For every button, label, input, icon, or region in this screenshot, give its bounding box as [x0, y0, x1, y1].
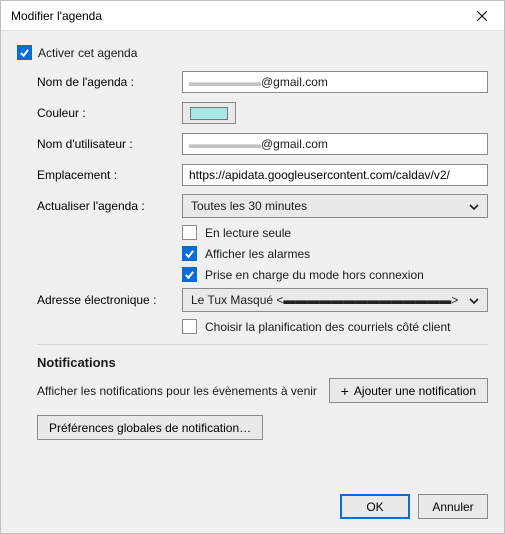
chevron-down-icon — [469, 295, 479, 305]
close-button[interactable] — [462, 2, 502, 30]
client-scheduling-checkbox[interactable] — [182, 319, 197, 334]
calendar-name-suffix: @gmail.com — [261, 75, 328, 89]
masked-text: ▬▬▬▬▬▬ — [189, 75, 261, 89]
username-input[interactable]: ▬▬▬▬▬▬ @gmail.com — [182, 133, 488, 155]
username-suffix: @gmail.com — [261, 137, 328, 151]
username-label: Nom d'utilisateur : — [37, 137, 182, 151]
masked-text: ▬▬▬▬▬▬ — [189, 137, 261, 151]
close-icon — [477, 11, 487, 21]
global-notification-prefs-label: Préférences globales de notification… — [49, 421, 251, 435]
check-icon — [19, 47, 30, 58]
offline-checkbox[interactable] — [182, 267, 197, 282]
email-select[interactable]: Le Tux Masqué <▬▬▬▬▬▬▬▬▬▬▬▬▬▬> — [182, 288, 488, 312]
alarms-label: Afficher les alarmes — [205, 247, 310, 261]
location-label: Emplacement : — [37, 168, 182, 182]
notifications-heading: Notifications — [37, 355, 488, 370]
color-swatch — [190, 107, 228, 120]
add-notification-label: Ajouter une notification — [354, 384, 476, 398]
alarms-checkbox[interactable] — [182, 246, 197, 261]
ok-button[interactable]: OK — [340, 494, 410, 519]
activate-row: Activer cet agenda — [17, 45, 488, 60]
titlebar: Modifier l'agenda — [1, 1, 504, 31]
email-label: Adresse électronique : — [37, 293, 182, 307]
refresh-select[interactable]: Toutes les 30 minutes — [182, 194, 488, 218]
window-title: Modifier l'agenda — [11, 9, 462, 23]
offline-label: Prise en charge du mode hors connexion — [205, 268, 424, 282]
check-icon — [184, 269, 195, 280]
refresh-value: Toutes les 30 minutes — [191, 199, 469, 213]
color-label: Couleur : — [37, 106, 182, 120]
dialog-window: Modifier l'agenda Activer cet agenda Nom… — [0, 0, 505, 534]
readonly-label: En lecture seule — [205, 226, 291, 240]
calendar-name-input[interactable]: ▬▬▬▬▬▬ @gmail.com — [182, 71, 488, 93]
color-picker-button[interactable] — [182, 102, 236, 124]
plus-icon: + — [341, 384, 349, 398]
cancel-button[interactable]: Annuler — [418, 494, 488, 519]
activate-checkbox[interactable] — [17, 45, 32, 60]
dialog-footer: OK Annuler — [1, 482, 504, 533]
email-value: Le Tux Masqué <▬▬▬▬▬▬▬▬▬▬▬▬▬▬> — [191, 293, 469, 307]
check-icon — [184, 248, 195, 259]
dialog-content: Activer cet agenda Nom de l'agenda : ▬▬▬… — [1, 31, 504, 482]
calendar-name-label: Nom de l'agenda : — [37, 75, 182, 89]
activate-label: Activer cet agenda — [38, 46, 137, 60]
divider — [37, 344, 488, 345]
global-notification-prefs-button[interactable]: Préférences globales de notification… — [37, 415, 263, 440]
form-area: Nom de l'agenda : ▬▬▬▬▬▬ @gmail.com Coul… — [17, 70, 488, 440]
location-input[interactable] — [182, 164, 488, 186]
refresh-label: Actualiser l'agenda : — [37, 199, 182, 213]
add-notification-button[interactable]: + Ajouter une notification — [329, 378, 488, 403]
chevron-down-icon — [469, 201, 479, 211]
notifications-description: Afficher les notifications pour les évèn… — [37, 384, 319, 398]
client-scheduling-label: Choisir la planification des courriels c… — [205, 320, 450, 334]
readonly-checkbox[interactable] — [182, 225, 197, 240]
